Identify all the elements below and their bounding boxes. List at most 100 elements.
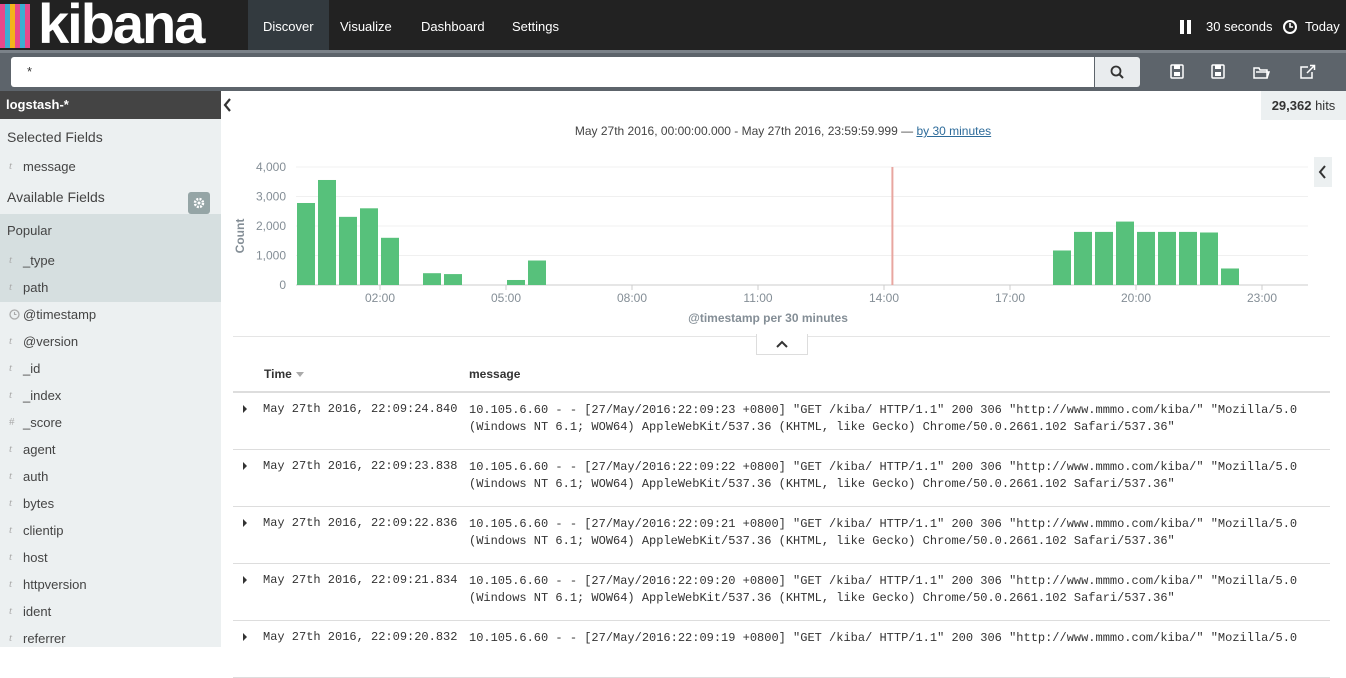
histogram-bar[interactable] bbox=[318, 179, 336, 285]
string-type-icon: t bbox=[9, 160, 13, 172]
field-item-path[interactable]: t path bbox=[0, 274, 221, 301]
column-header-message[interactable]: message bbox=[469, 367, 520, 381]
histogram-bar[interactable] bbox=[1137, 231, 1155, 285]
field-item-clientip[interactable]: t clientip bbox=[0, 517, 221, 544]
field-settings-button[interactable] bbox=[188, 192, 210, 214]
toggle-chart-button[interactable] bbox=[756, 334, 808, 355]
clock-type-icon bbox=[9, 309, 20, 320]
field-item-id[interactable]: t _id bbox=[0, 355, 221, 382]
table-row[interactable]: May 27th 2016, 22:09:23.838 10.105.6.60 … bbox=[233, 450, 1330, 507]
expand-row-icon[interactable] bbox=[241, 462, 249, 470]
date-range-text: May 27th 2016, 00:00:00.000 - May 27th 2… bbox=[574, 124, 914, 138]
histogram-bar[interactable] bbox=[360, 208, 378, 285]
field-item-host[interactable]: t host bbox=[0, 544, 221, 571]
y-tick-label: 1,000 bbox=[256, 249, 286, 263]
field-item-score[interactable]: # _score bbox=[0, 409, 221, 436]
histogram-bar[interactable] bbox=[423, 273, 441, 285]
expand-row-icon[interactable] bbox=[241, 405, 249, 413]
share-icon[interactable] bbox=[1296, 61, 1318, 83]
hits-label: hits bbox=[1315, 98, 1336, 113]
string-type-icon: t bbox=[9, 335, 13, 347]
expand-panel-button[interactable] bbox=[1314, 157, 1332, 187]
histogram-bar[interactable] bbox=[339, 216, 357, 285]
x-tick-label: 23:00 bbox=[1247, 291, 1277, 305]
table-row[interactable]: May 27th 2016, 22:09:20.832 10.105.6.60 … bbox=[233, 621, 1330, 678]
table-row[interactable]: May 27th 2016, 22:09:22.836 10.105.6.60 … bbox=[233, 507, 1330, 564]
histogram-bar[interactable] bbox=[1074, 231, 1092, 285]
histogram-bar[interactable] bbox=[1053, 250, 1071, 285]
histogram-bar[interactable] bbox=[1158, 231, 1176, 285]
field-item-auth[interactable]: t auth bbox=[0, 463, 221, 490]
tab-visualize[interactable]: Visualize bbox=[325, 0, 407, 50]
histogram-chart: 0 1,000 2,000 3,000 4,000 02:00 05:00 08:00 11:… bbox=[233, 160, 1308, 325]
string-type-icon: t bbox=[9, 254, 13, 266]
histogram-bar[interactable] bbox=[528, 260, 546, 285]
table-row[interactable]: May 27th 2016, 22:09:21.834 10.105.6.60 … bbox=[233, 564, 1330, 621]
column-header-time[interactable]: Time bbox=[264, 367, 305, 381]
string-type-icon: t bbox=[9, 497, 13, 509]
field-name: @version bbox=[23, 334, 79, 349]
search-button[interactable] bbox=[1095, 57, 1140, 87]
histogram-bar[interactable] bbox=[1179, 231, 1197, 285]
field-item-type[interactable]: t _type bbox=[0, 247, 221, 274]
field-item-referrer[interactable]: t referrer bbox=[0, 625, 221, 652]
tab-dashboard[interactable]: Dashboard bbox=[406, 0, 500, 50]
gear-icon bbox=[193, 197, 205, 209]
field-name: auth bbox=[23, 469, 49, 484]
selected-fields-title: Selected Fields bbox=[7, 129, 103, 145]
sort-down-icon[interactable] bbox=[295, 370, 305, 378]
string-type-icon: t bbox=[9, 578, 13, 590]
kibana-logo[interactable]: kibana bbox=[0, 0, 232, 55]
histogram-bar[interactable] bbox=[297, 202, 315, 285]
refresh-interval[interactable]: 30 seconds bbox=[1206, 0, 1273, 50]
row-message: 10.105.6.60 - - [27/May/2016:22:09:21 +0… bbox=[469, 517, 1305, 548]
field-item-agent[interactable]: t agent bbox=[0, 436, 221, 463]
field-item-index[interactable]: t _index bbox=[0, 382, 221, 409]
tab-discover[interactable]: Discover bbox=[248, 0, 329, 50]
x-tick-label: 20:00 bbox=[1121, 291, 1151, 305]
histogram-bar[interactable] bbox=[381, 237, 399, 285]
x-tick-label: 08:00 bbox=[617, 291, 647, 305]
tab-settings[interactable]: Settings bbox=[497, 0, 574, 50]
y-tick-label: 0 bbox=[279, 278, 286, 292]
save-icon[interactable] bbox=[1207, 61, 1229, 83]
interval-link[interactable]: by 30 minutes bbox=[916, 124, 991, 138]
field-name: clientip bbox=[23, 523, 64, 538]
string-type-icon: t bbox=[9, 551, 13, 563]
chart-gridlines bbox=[296, 166, 1308, 286]
chart-bars[interactable] bbox=[297, 179, 1239, 285]
pause-icon[interactable] bbox=[1179, 20, 1193, 34]
row-time: May 27th 2016, 22:09:22.836 bbox=[263, 516, 458, 530]
search-input[interactable] bbox=[11, 57, 1087, 85]
histogram-bar[interactable] bbox=[1200, 232, 1218, 285]
index-pattern-selector[interactable]: logstash-* bbox=[0, 91, 221, 119]
histogram-bar[interactable] bbox=[1116, 221, 1134, 285]
histogram-bar[interactable] bbox=[507, 279, 525, 285]
open-folder-icon[interactable] bbox=[1250, 61, 1272, 83]
field-item-ident[interactable]: t ident bbox=[0, 598, 221, 625]
expand-row-icon[interactable] bbox=[241, 633, 249, 641]
histogram-bar[interactable] bbox=[444, 274, 462, 285]
string-type-icon: t bbox=[9, 443, 13, 455]
table-row[interactable]: May 27th 2016, 22:09:24.840 10.105.6.60 … bbox=[233, 393, 1330, 450]
collapse-sidebar-icon[interactable] bbox=[222, 97, 232, 113]
field-item-message[interactable]: t message bbox=[0, 153, 221, 180]
field-name: _id bbox=[23, 361, 41, 376]
search-bar bbox=[0, 50, 1346, 91]
new-search-icon[interactable] bbox=[1166, 61, 1188, 83]
time-picker[interactable]: Today bbox=[1305, 0, 1340, 50]
string-type-icon: t bbox=[9, 632, 13, 644]
row-message: 10.105.6.60 - - [27/May/2016:22:09:22 +0… bbox=[469, 460, 1305, 491]
histogram-bar[interactable] bbox=[1221, 268, 1239, 285]
field-item-httpversion[interactable]: t httpversion bbox=[0, 571, 221, 598]
clock-icon[interactable] bbox=[1283, 20, 1297, 34]
expand-row-icon[interactable] bbox=[241, 519, 249, 527]
logo-wordmark: kibana bbox=[38, 0, 205, 55]
x-tick-label: 02:00 bbox=[365, 291, 395, 305]
field-item-timestamp[interactable]: @timestamp bbox=[0, 301, 221, 328]
expand-row-icon[interactable] bbox=[241, 576, 249, 584]
histogram-bar[interactable] bbox=[1095, 231, 1113, 285]
hits-count: 29,362 bbox=[1271, 98, 1312, 113]
field-item-bytes[interactable]: t bytes bbox=[0, 490, 221, 517]
field-item-version[interactable]: t @version bbox=[0, 328, 221, 355]
